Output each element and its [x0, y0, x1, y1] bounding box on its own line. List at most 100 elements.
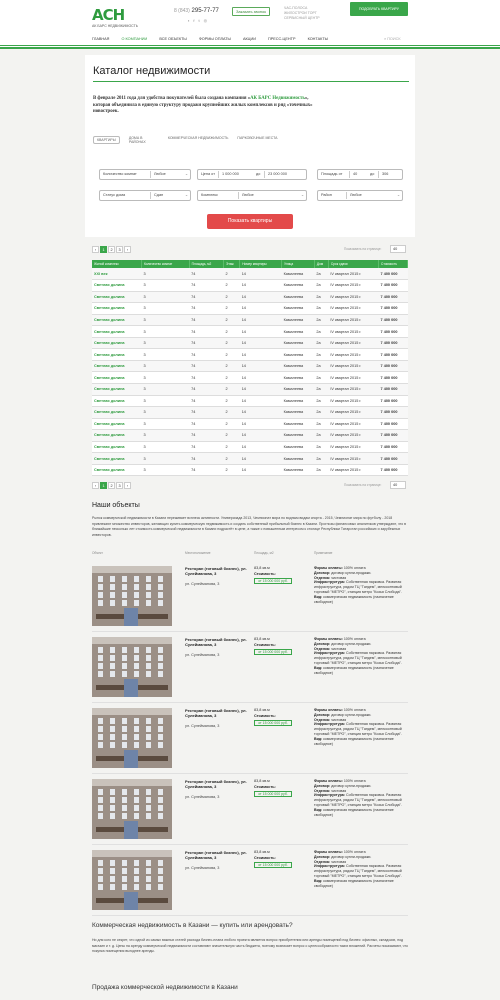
- show-apartments-button[interactable]: Показать квартиры: [207, 214, 293, 229]
- object-photo[interactable]: [92, 637, 172, 697]
- object-title[interactable]: Ресторан (готовый бизнес), ул. Сулеймано…: [185, 637, 247, 647]
- object-card[interactable]: Ресторан (готовый бизнес), ул. Сулеймано…: [92, 777, 408, 845]
- prev-page-button[interactable]: ‹: [92, 246, 99, 253]
- menu-item-objects[interactable]: ВСЕ ОБЪЕКТЫ: [159, 37, 187, 41]
- object-title[interactable]: Ресторан (готовый бизнес), ул. Сулеймано…: [185, 566, 247, 576]
- table-cell: 2: [223, 429, 240, 442]
- menu-item-about[interactable]: О КОМПАНИИ: [121, 37, 147, 41]
- table-row[interactable]: Светлая долина 3 74 2 14 Камалеева 2а IV кварта…: [92, 360, 408, 373]
- column-header[interactable]: Жилой комплекс: [92, 260, 142, 268]
- object-photo[interactable]: [92, 779, 172, 839]
- table-cell: 2а: [314, 441, 329, 454]
- area-range[interactable]: Площадь от 40 до 306: [317, 169, 403, 180]
- object-photo[interactable]: [92, 708, 172, 768]
- table-cell: 14: [239, 418, 282, 431]
- column-header[interactable]: Стоимость: [378, 260, 408, 268]
- tab-houses[interactable]: ДОМА В РАЙОНАХ: [129, 136, 159, 144]
- header-link-3[interactable]: СЕРВИСНЫЙ ЦЕНТР: [284, 16, 320, 21]
- column-header[interactable]: Срок сдачи: [328, 260, 380, 268]
- price-range[interactable]: Цена от 1 000 000 до 23 000 000: [197, 169, 307, 180]
- menu-item-press[interactable]: ПРЕСС-ЦЕНТР: [268, 37, 295, 41]
- window: [110, 734, 115, 740]
- status-select[interactable]: Статус дома Сдан ⌄: [99, 190, 191, 201]
- search-link[interactable]: ⌕ ПОИСК: [384, 37, 401, 41]
- table-cell: Светлая долина: [92, 418, 142, 431]
- table-row[interactable]: Светлая долина 3 74 2 14 Камалеева 2а IV кварта…: [92, 348, 408, 361]
- per-page-select[interactable]: 40: [390, 245, 406, 253]
- building-door: [124, 608, 138, 626]
- object-title[interactable]: Ресторан (готовый бизнес), ул. Сулеймано…: [185, 708, 247, 718]
- column-header[interactable]: Этаж: [223, 260, 241, 268]
- logo[interactable]: АСН АК БАРС НЕДВИЖИМОСТЬ: [92, 6, 138, 28]
- table-cell: Камалеева: [281, 291, 315, 304]
- page-2[interactable]: 2: [108, 246, 115, 253]
- table-row[interactable]: Светлая долина 3 74 2 14 Камалеева 2а IV кварта…: [92, 429, 408, 442]
- object-title[interactable]: Ресторан (готовый бизнес), ул. Сулеймано…: [185, 779, 247, 789]
- object-card[interactable]: Ресторан (готовый бизнес), ул. Сулеймано…: [92, 564, 408, 632]
- table-cell: 14: [239, 348, 282, 361]
- column-header[interactable]: Количество комнат: [141, 260, 190, 268]
- prev-page-button[interactable]: ‹: [92, 482, 99, 489]
- column-header[interactable]: Дом: [314, 260, 329, 268]
- page-2[interactable]: 2: [108, 482, 115, 489]
- table-row[interactable]: Светлая долина 3 74 2 14 Камалеева 2а IV кварта…: [92, 337, 408, 350]
- table-row[interactable]: Светлая долина 3 74 2 14 Камалеева 2а IV кварта…: [92, 291, 408, 304]
- phone-number[interactable]: 8 (843) 295-77-77: [174, 8, 219, 14]
- table-row[interactable]: Светлая долина 3 74 2 14 Камалеева 2а IV кварта…: [92, 452, 408, 465]
- table-row[interactable]: Светлая долина 3 74 2 14 Камалеева 2а IV кварта…: [92, 314, 408, 327]
- table-row[interactable]: Светлая долина 3 74 2 14 Камалеева 2а IV кварта…: [92, 302, 408, 315]
- instagram-icon[interactable]: ◎: [204, 18, 212, 23]
- tab-parking[interactable]: ПАРКОВОЧНЫЕ МЕСТА: [237, 136, 277, 140]
- table-row[interactable]: Светлая долина 3 74 2 14 Камалеева 2а IV кварта…: [92, 464, 408, 477]
- menu-item-payment[interactable]: ФОРМЫ ОПЛАТЫ: [199, 37, 231, 41]
- pick-apartment-button[interactable]: ПОДОБРАТЬ КВАРТИРУ: [350, 2, 408, 16]
- window: [98, 860, 103, 866]
- rooms-select[interactable]: Количество комнат Любое ⌄: [99, 169, 191, 180]
- table-cell: 14: [239, 452, 282, 465]
- window: [134, 742, 139, 748]
- menu-item-promo[interactable]: АКЦИИ: [243, 37, 256, 41]
- table-row[interactable]: Светлая долина 3 74 2 14 Камалеева 2а IV кварта…: [92, 279, 408, 292]
- tab-commercial[interactable]: КОММЕРЧЕСКАЯ НЕДВИЖИМОСТЬ: [168, 136, 229, 140]
- per-page-select[interactable]: 40: [390, 481, 406, 489]
- table-row[interactable]: Светлая долина 3 74 2 14 Камалеева 2а IV кварта…: [92, 325, 408, 338]
- company-link[interactable]: АК БАРС Недвижимость: [250, 96, 305, 101]
- object-photo[interactable]: [92, 850, 172, 910]
- table-cell: 74: [189, 314, 224, 327]
- object-card[interactable]: Ресторан (готовый бизнес), ул. Сулеймано…: [92, 635, 408, 703]
- page-3[interactable]: 3: [116, 482, 123, 489]
- page-1[interactable]: 1: [100, 246, 107, 253]
- table-row[interactable]: Светлая долина 3 74 2 14 Камалеева 2а IV кварта…: [92, 395, 408, 408]
- page-1[interactable]: 1: [100, 482, 107, 489]
- table-row[interactable]: XXI век 3 74 2 14 Камалеева 2а IV квартал 2015 …: [92, 268, 408, 281]
- window: [110, 726, 115, 732]
- column-header[interactable]: Номер квартиры: [239, 260, 283, 268]
- table-cell: 3: [141, 325, 190, 338]
- menu-item-contacts[interactable]: КОНТАКТЫ: [308, 37, 328, 41]
- column-header[interactable]: Улица: [281, 260, 315, 268]
- page-3[interactable]: 3: [116, 246, 123, 253]
- object-card[interactable]: Ресторан (готовый бизнес), ул. Сулеймано…: [92, 706, 408, 774]
- call-request-button[interactable]: Заказать звонок: [232, 7, 270, 16]
- district-select[interactable]: Район Любое ⌄: [317, 190, 403, 201]
- object-card[interactable]: Ресторан (готовый бизнес), ул. Сулеймано…: [92, 848, 408, 916]
- table-row[interactable]: Светлая долина 3 74 2 14 Камалеева 2а IV кварта…: [92, 371, 408, 384]
- table-row[interactable]: Светлая долина 3 74 2 14 Камалеева 2а IV кварта…: [92, 406, 408, 419]
- object-photo[interactable]: [92, 566, 172, 626]
- object-price: от 15 000 000 руб.: [254, 578, 292, 584]
- column-header[interactable]: Площадь, м2: [189, 260, 225, 268]
- window: [110, 805, 115, 811]
- object-title[interactable]: Ресторан (готовый бизнес), ул. Сулеймано…: [185, 850, 247, 860]
- table-cell: 2: [223, 325, 240, 338]
- table-row[interactable]: Светлая долина 3 74 2 14 Камалеева 2а IV кварта…: [92, 418, 408, 431]
- tab-apartments[interactable]: КВАРТИРЫ: [93, 136, 120, 144]
- next-page-button[interactable]: ›: [124, 482, 131, 489]
- complex-select[interactable]: Комплекс Любое ⌄: [197, 190, 307, 201]
- table-row[interactable]: Светлая долина 3 74 2 14 Камалеева 2а IV кварта…: [92, 441, 408, 454]
- window: [110, 647, 115, 653]
- menu-item-home[interactable]: ГЛАВНАЯ: [92, 37, 109, 41]
- table-cell: 2: [223, 395, 240, 408]
- next-page-button[interactable]: ›: [124, 246, 131, 253]
- table-row[interactable]: Светлая долина 3 74 2 14 Камалеева 2а IV кварта…: [92, 383, 408, 396]
- window: [158, 671, 163, 677]
